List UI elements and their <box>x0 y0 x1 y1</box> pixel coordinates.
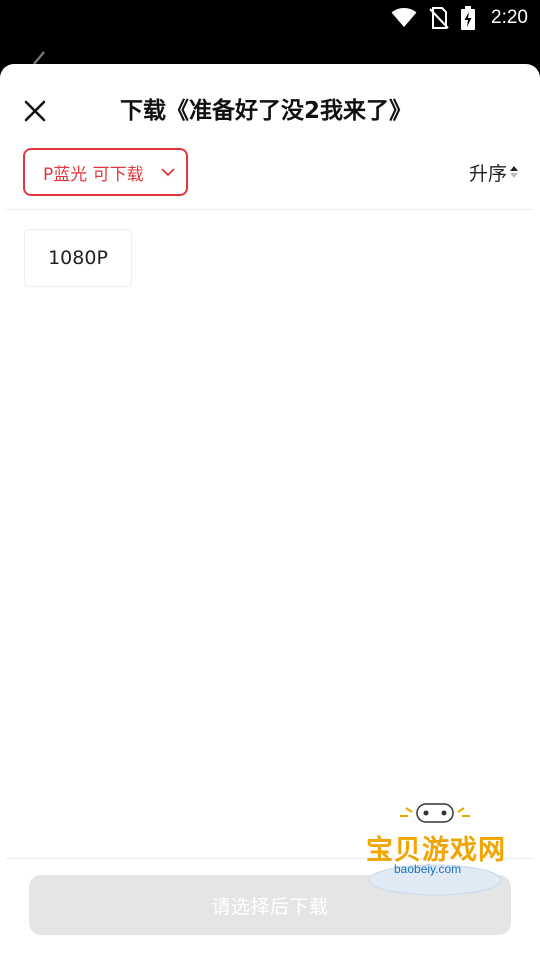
status-bar: 2:20 <box>0 0 540 36</box>
divider <box>6 209 534 210</box>
sheet-header: 下载《准备好了没2我来了》 <box>0 64 540 148</box>
chevron-down-icon <box>161 168 175 177</box>
option-list: 1080P <box>24 229 132 287</box>
divider <box>6 858 534 859</box>
quality-dropdown-label: P蓝光 可下载 <box>43 164 144 185</box>
battery-charging-icon <box>461 6 476 30</box>
sheet-title: 下载《准备好了没2我来了》 <box>120 98 413 124</box>
sort-toggle[interactable]: 升序 <box>469 158 518 186</box>
close-icon <box>24 100 46 122</box>
download-sheet: 下载《准备好了没2我来了》 P蓝光 可下载 升序 1080P 请选择后下载 <box>0 64 540 960</box>
status-time: 2:20 <box>491 7 528 28</box>
option-chip-1080p[interactable]: 1080P <box>24 229 132 287</box>
status-icons: 2:20 <box>391 6 528 30</box>
no-sim-icon <box>429 7 449 29</box>
close-button[interactable] <box>18 94 52 128</box>
filter-toolbar: P蓝光 可下载 升序 <box>0 148 540 210</box>
sort-arrows-icon <box>510 166 518 178</box>
quality-dropdown[interactable]: P蓝光 可下载 <box>23 148 188 196</box>
download-button-label: 请选择后下载 <box>211 895 329 918</box>
wifi-icon <box>391 8 417 27</box>
sort-label: 升序 <box>468 162 507 185</box>
download-button[interactable]: 请选择后下载 <box>29 875 511 935</box>
